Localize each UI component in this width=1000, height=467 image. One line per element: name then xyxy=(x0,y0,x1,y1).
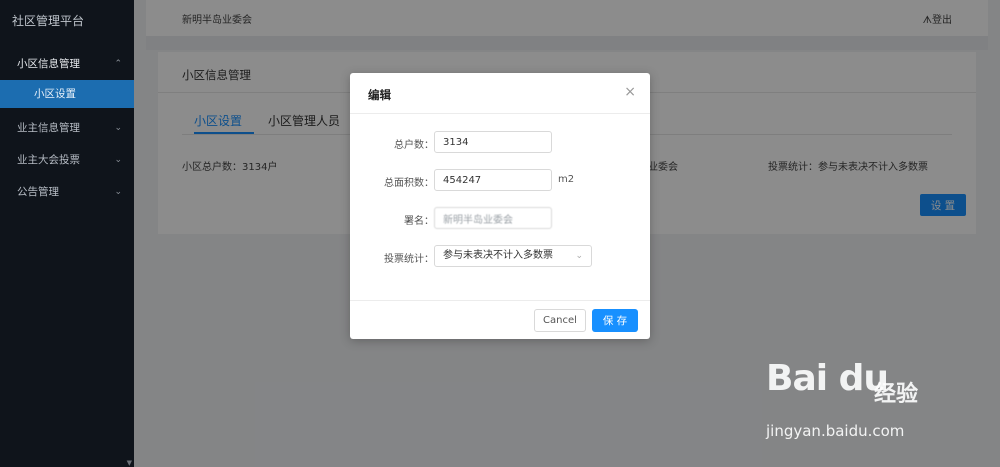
app-brand: 社区管理平台 xyxy=(12,14,85,28)
watermark-url: jingyan.baidu.com xyxy=(766,422,905,440)
area-row: 总面积数： m2 xyxy=(350,169,650,193)
chevron-down-icon: ⌄ xyxy=(575,251,583,261)
jingyan-text: 经验 xyxy=(874,382,919,407)
sidebar-item-owner-voting[interactable]: 业主大会投票 ⌄ xyxy=(0,144,134,176)
sidebar-item-label: 业主大会投票 xyxy=(17,154,80,166)
chevron-down-icon: ⌄ xyxy=(114,123,122,133)
area-label: 总面积数： xyxy=(384,178,434,189)
sidebar: 社区管理平台 小区信息管理 ⌃ 小区设置 业主信息管理 ⌄ 业主大会投票 ⌄ 公… xyxy=(0,0,134,467)
close-icon[interactable]: × xyxy=(624,84,636,100)
sidebar-item-owner-info[interactable]: 业主信息管理 ⌄ xyxy=(0,112,134,144)
vote-stat-select[interactable]: 参与未表决不计入多数票 ⌄ xyxy=(434,245,592,267)
chevron-up-icon: ⌃ xyxy=(114,59,122,69)
sidebar-item-label: 小区信息管理 xyxy=(17,58,80,70)
chevron-down-icon: ⌄ xyxy=(114,155,122,165)
scroll-down-arrow-icon[interactable]: ▼ xyxy=(127,459,132,467)
households-row: 总户数： xyxy=(350,131,650,155)
dialog-title: 编辑 xyxy=(368,88,391,102)
baidu-logo: Bai du xyxy=(766,358,889,399)
signature-label: 署名： xyxy=(404,216,434,227)
cancel-button[interactable]: Cancel xyxy=(534,309,586,332)
edit-dialog: 编辑 × 总户数： 总面积数： m2 署名： 投票统计： 参与未表决不计入多数票… xyxy=(350,73,650,339)
vote-stat-selected-value: 参与未表决不计入多数票 xyxy=(443,250,553,261)
signature-input[interactable] xyxy=(434,207,552,229)
area-unit: m2 xyxy=(558,174,575,185)
vote-stat-label: 投票统计： xyxy=(384,254,434,265)
households-input[interactable] xyxy=(434,131,552,153)
chevron-down-icon: ⌄ xyxy=(114,187,122,197)
baidu-jingyan-watermark: Bai du 经验 jingyan.baidu.com xyxy=(766,358,956,448)
area-input[interactable] xyxy=(434,169,552,191)
sidebar-item-label: 业主信息管理 xyxy=(17,122,80,134)
dialog-footer: Cancel 保 存 xyxy=(350,300,650,339)
dialog-header: 编辑 × xyxy=(350,73,650,114)
vote-stat-row: 投票统计： 参与未表决不计入多数票 ⌄ xyxy=(350,245,650,269)
households-label: 总户数： xyxy=(394,140,434,151)
sidebar-scrollbar[interactable]: ▼ xyxy=(0,457,134,467)
sidebar-subitem-community-settings[interactable]: 小区设置 xyxy=(0,80,134,108)
sidebar-item-announcements[interactable]: 公告管理 ⌄ xyxy=(0,176,134,208)
save-button[interactable]: 保 存 xyxy=(592,309,638,332)
sidebar-item-community-info[interactable]: 小区信息管理 ⌃ xyxy=(0,48,134,80)
signature-row: 署名： xyxy=(350,207,650,231)
sidebar-item-label: 公告管理 xyxy=(17,186,59,198)
